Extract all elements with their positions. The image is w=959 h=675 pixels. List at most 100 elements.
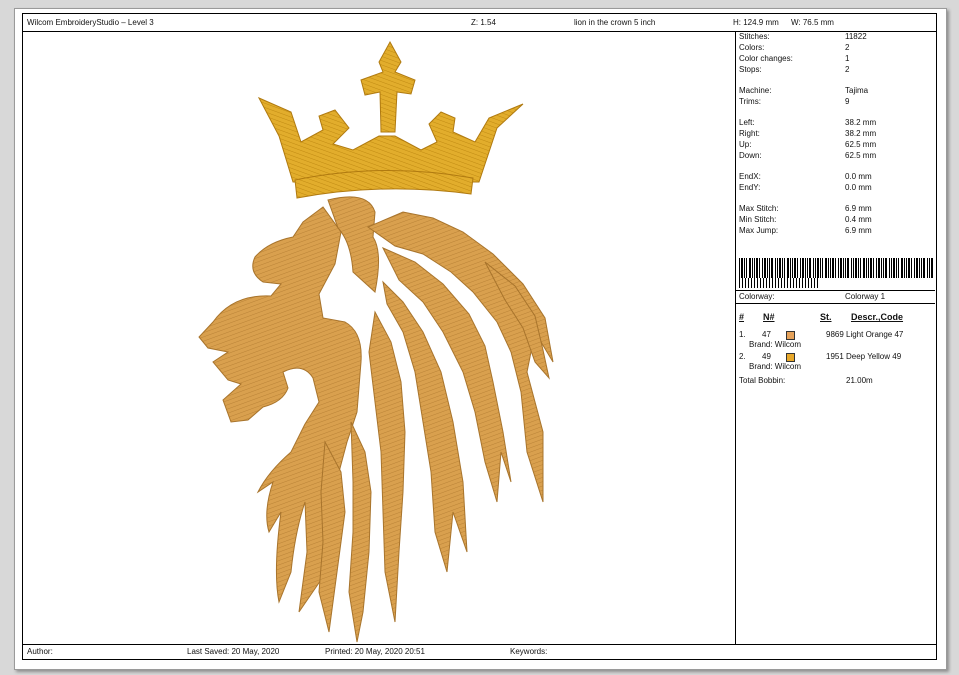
stat-row: Up: 62.5 mm — [739, 140, 934, 150]
stat-value: 62.5 mm — [845, 140, 877, 149]
stat-label: Colors: — [739, 43, 765, 52]
barcode-bar — [881, 258, 882, 278]
barcode-bar — [790, 258, 791, 278]
barcode-bar — [851, 258, 852, 278]
color-swatch — [786, 353, 795, 362]
barcode-bar — [911, 258, 912, 278]
stat-row: Max Jump: 6.9 mm — [739, 226, 934, 236]
barcode-bar — [876, 258, 877, 278]
stat-row: Left: 38.2 mm — [739, 118, 934, 128]
barcode-bar — [797, 258, 798, 278]
stat-label: Stops: — [739, 65, 762, 74]
barcode-bar — [898, 258, 899, 278]
stat-value: 11822 — [845, 32, 867, 41]
barcode-bar — [919, 258, 920, 278]
barcode-bar — [809, 258, 811, 278]
stat-label: Up: — [739, 140, 752, 149]
color-index: 2. — [739, 352, 746, 361]
barcode-bar — [825, 258, 827, 278]
printed-date: Printed: 20 May, 2020 20:51 — [325, 647, 425, 656]
stat-row: Right: 38.2 mm — [739, 129, 934, 139]
barcode-bar — [787, 258, 789, 278]
keywords-label: Keywords: — [510, 647, 548, 656]
barcode-bar — [845, 258, 846, 278]
barcode-bar — [927, 258, 928, 278]
barcode-bar — [764, 258, 766, 278]
barcode-bar — [896, 258, 897, 278]
stat-value: 6.9 mm — [845, 226, 872, 235]
barcode-bar — [878, 258, 880, 278]
barcode-bar — [805, 258, 806, 278]
barcode-bar — [832, 258, 834, 278]
barcode-bar — [808, 278, 809, 288]
barcode-bar — [775, 258, 776, 278]
barcode-bar — [779, 258, 781, 278]
stat-row: Machine: Tajima — [739, 86, 934, 96]
thread-number: 47 — [762, 330, 771, 339]
barcode-bar — [805, 278, 806, 288]
barcode-bar — [906, 258, 907, 278]
thread-brand: Brand: Wilcom — [749, 362, 802, 371]
barcode-bar — [777, 258, 778, 278]
barcode-bar — [787, 278, 788, 288]
barcode-bar — [784, 258, 785, 278]
color-swatch — [786, 331, 795, 340]
barcode-bar — [756, 258, 758, 278]
thread-description: Light Orange 47 — [846, 330, 904, 339]
barcode-bar — [916, 258, 918, 278]
barcode-bar — [885, 258, 887, 278]
stat-row: Down: 62.5 mm — [739, 151, 934, 161]
stat-row: EndX: 0.0 mm — [739, 172, 934, 182]
barcode-bar — [843, 258, 844, 278]
barcode-bar — [813, 258, 814, 278]
barcode-bar — [767, 258, 768, 278]
stat-value: 0.0 mm — [845, 183, 872, 192]
barcode-bar — [746, 258, 747, 278]
stat-row: Trims: 9 — [739, 97, 934, 107]
stat-label: EndY: — [739, 183, 761, 192]
barcode-bar — [752, 258, 753, 278]
stat-label: Max Jump: — [739, 226, 779, 235]
barcode-bar — [840, 258, 842, 278]
barcode-bar — [860, 258, 861, 278]
barcode-bar — [754, 258, 755, 278]
barcode-bar — [853, 258, 854, 278]
barcode-bar — [799, 278, 800, 288]
barcode-bar — [929, 258, 930, 278]
last-saved: Last Saved: 20 May, 2020 — [187, 647, 280, 656]
barcode-bar — [796, 278, 797, 288]
stat-label: Color changes: — [739, 54, 793, 63]
barcode-bar — [817, 278, 818, 288]
stat-row: Stitches: 11822 — [739, 32, 934, 42]
barcode-bar — [739, 278, 740, 288]
stat-label: Max Stitch: — [739, 204, 779, 213]
stat-label: Min Stitch: — [739, 215, 777, 224]
worksheet-header: Wilcom EmbroideryStudio – Level 3 Z: 1.5… — [23, 14, 936, 32]
stat-label: Left: — [739, 118, 755, 127]
barcode-bar — [759, 258, 760, 278]
barcode-bar — [760, 278, 761, 288]
barcode-bar — [794, 258, 796, 278]
lion-crown-embroidery-image — [198, 40, 554, 643]
barcode-bar — [782, 258, 783, 278]
stat-value: 38.2 mm — [845, 118, 877, 127]
barcode-bar — [921, 258, 922, 278]
barcode-bar — [811, 278, 812, 288]
barcode-bar — [815, 258, 816, 278]
barcode-bar — [855, 258, 857, 278]
col-header-index: # — [739, 312, 745, 322]
barcode-bar — [866, 258, 867, 278]
barcode-bar — [778, 278, 779, 288]
barcode-bar — [828, 258, 829, 278]
colorway-row: Colorway: Colorway 1 — [739, 292, 934, 302]
barcode-bar — [822, 258, 823, 278]
stat-value: 0.0 mm — [845, 172, 872, 181]
barcode-bar — [807, 258, 808, 278]
stat-row: Colors: 2 — [739, 43, 934, 53]
print-preview-page: Wilcom EmbroideryStudio – Level 3 Z: 1.5… — [14, 8, 947, 670]
worksheet-footer: Author: Last Saved: 20 May, 2020 Printed… — [23, 644, 936, 659]
barcode-bar — [775, 278, 776, 288]
barcode-bar — [757, 278, 758, 288]
barcode-bar — [802, 258, 804, 278]
barcode-bar — [754, 278, 755, 288]
